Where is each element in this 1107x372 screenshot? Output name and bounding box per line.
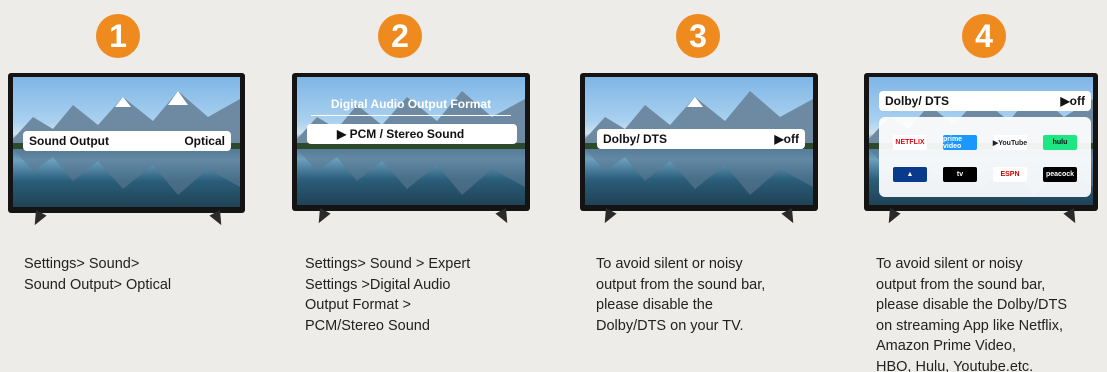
step-caption: To avoid silent or noisy output from the… (876, 256, 1068, 372)
step-number-badge: 2 (378, 14, 422, 58)
step-caption: Settings> Sound> Sound Output> Optical (24, 256, 172, 293)
dolby-dts-toggle[interactable]: Dolby/ DTS ▶off (879, 91, 1091, 111)
step-caption: Settings> Sound > Expert Settings >Digit… (305, 256, 471, 334)
osd-divider (311, 115, 511, 116)
step-1: 1 Sound Output Optical Settings> Sound> … (0, 0, 276, 372)
peacock-app-icon[interactable]: peacock (1043, 167, 1077, 182)
streaming-apps-panel: NETFLIX prime video ▶YouTube hulu ▲ tv E… (879, 117, 1091, 197)
youtube-app-icon[interactable]: ▶YouTube (993, 135, 1027, 150)
tv: Digital Audio Output Format ▶ PCM / Ster… (292, 73, 530, 211)
tv: Sound Output Optical (8, 73, 245, 213)
tv-screen: Sound Output Optical (13, 77, 240, 207)
netflix-app-icon[interactable]: NETFLIX (893, 135, 927, 150)
step-2: 2 Digital Audio Output Format ▶ PCM / St… (276, 0, 556, 372)
tv: Dolby/ DTS ▶off NETFLIX prime video ▶You… (864, 73, 1098, 211)
osd-label: Dolby/ DTS (603, 132, 668, 146)
paramount-app-icon[interactable]: ▲ (893, 167, 927, 182)
tv: Dolby/ DTS ▶off (580, 73, 818, 211)
pcm-stereo-option[interactable]: ▶ PCM / Stereo Sound (307, 124, 517, 144)
osd-value: ▶off (1060, 94, 1085, 108)
hulu-app-icon[interactable]: hulu (1043, 135, 1077, 150)
espn-app-icon[interactable]: ESPN (993, 167, 1027, 182)
osd-label: ▶ PCM / Stereo Sound (337, 127, 465, 141)
step-4: 4 Dolby/ DTS ▶off NETFLIX prime video ▶Y… (840, 0, 1107, 372)
osd-value: Optical (184, 134, 225, 148)
step-number-badge: 4 (962, 14, 1006, 58)
tv-screen: Digital Audio Output Format ▶ PCM / Ster… (297, 77, 525, 205)
sound-output-menu[interactable]: Sound Output Optical (23, 131, 231, 151)
step-number-badge: 1 (96, 14, 140, 58)
osd-title: Digital Audio Output Format (330, 97, 492, 111)
tv-screen: Dolby/ DTS ▶off (585, 77, 813, 205)
apple-tv-app-icon[interactable]: tv (943, 167, 977, 182)
step-caption: To avoid silent or noisy output from the… (596, 256, 766, 334)
tv-screen: Dolby/ DTS ▶off NETFLIX prime video ▶You… (869, 77, 1093, 205)
dolby-dts-toggle[interactable]: Dolby/ DTS ▶off (597, 129, 805, 149)
osd-value: ▶off (774, 132, 799, 146)
osd-label: Sound Output (29, 134, 109, 148)
step-3: 3 Dolby/ DTS ▶off To avoid silent or noi… (556, 0, 840, 372)
osd-label: Dolby/ DTS (885, 94, 950, 108)
prime-video-app-icon[interactable]: prime video (943, 135, 977, 150)
step-number-badge: 3 (676, 14, 720, 58)
